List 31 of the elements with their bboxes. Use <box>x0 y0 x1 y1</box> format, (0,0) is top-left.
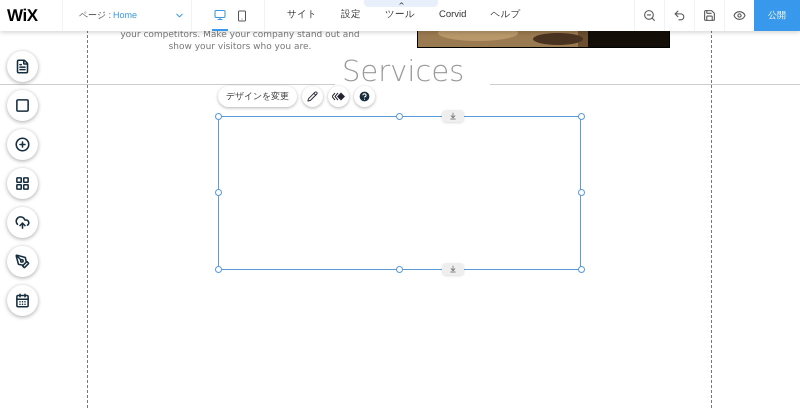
resize-handle[interactable] <box>215 113 222 120</box>
menu-item[interactable]: 設定 <box>329 8 373 23</box>
menu-item[interactable]: ヘルプ <box>478 8 532 23</box>
chevron-up-icon <box>398 0 404 7</box>
resize-handle[interactable] <box>215 266 222 273</box>
help-icon[interactable] <box>354 86 375 107</box>
services-heading: Services <box>342 58 464 84</box>
upload-icon[interactable] <box>7 207 38 238</box>
change-design-button[interactable]: デザインを変更 <box>218 86 297 107</box>
resize-handle[interactable] <box>578 266 585 273</box>
menu-item[interactable]: サイト <box>275 8 329 23</box>
logo[interactable]: WiX <box>0 2 46 28</box>
square-icon[interactable] <box>7 90 38 121</box>
resize-handle[interactable] <box>578 113 585 120</box>
calendar-icon[interactable] <box>7 285 38 316</box>
apps-icon[interactable] <box>7 168 38 199</box>
resize-handle[interactable] <box>396 113 403 120</box>
paragraph: your competitors. Make your company stand out and show your visitors who you are. <box>119 29 361 53</box>
page-icon[interactable] <box>7 51 38 82</box>
resize-handle[interactable] <box>578 189 585 196</box>
menu-item[interactable]: Corvid <box>427 8 478 23</box>
pen-nib-icon[interactable] <box>7 246 38 277</box>
page-selector[interactable]: ページ : Home <box>62 0 192 31</box>
animation-icon[interactable] <box>328 86 349 107</box>
menu-item[interactable]: ツール <box>373 8 427 23</box>
stretch-icon[interactable] <box>442 263 464 275</box>
resize-handle[interactable] <box>215 189 222 196</box>
add-icon[interactable] <box>7 129 38 160</box>
stretch-icon[interactable] <box>442 110 464 122</box>
resize-handle[interactable] <box>396 266 403 273</box>
pen-icon[interactable] <box>302 86 323 107</box>
